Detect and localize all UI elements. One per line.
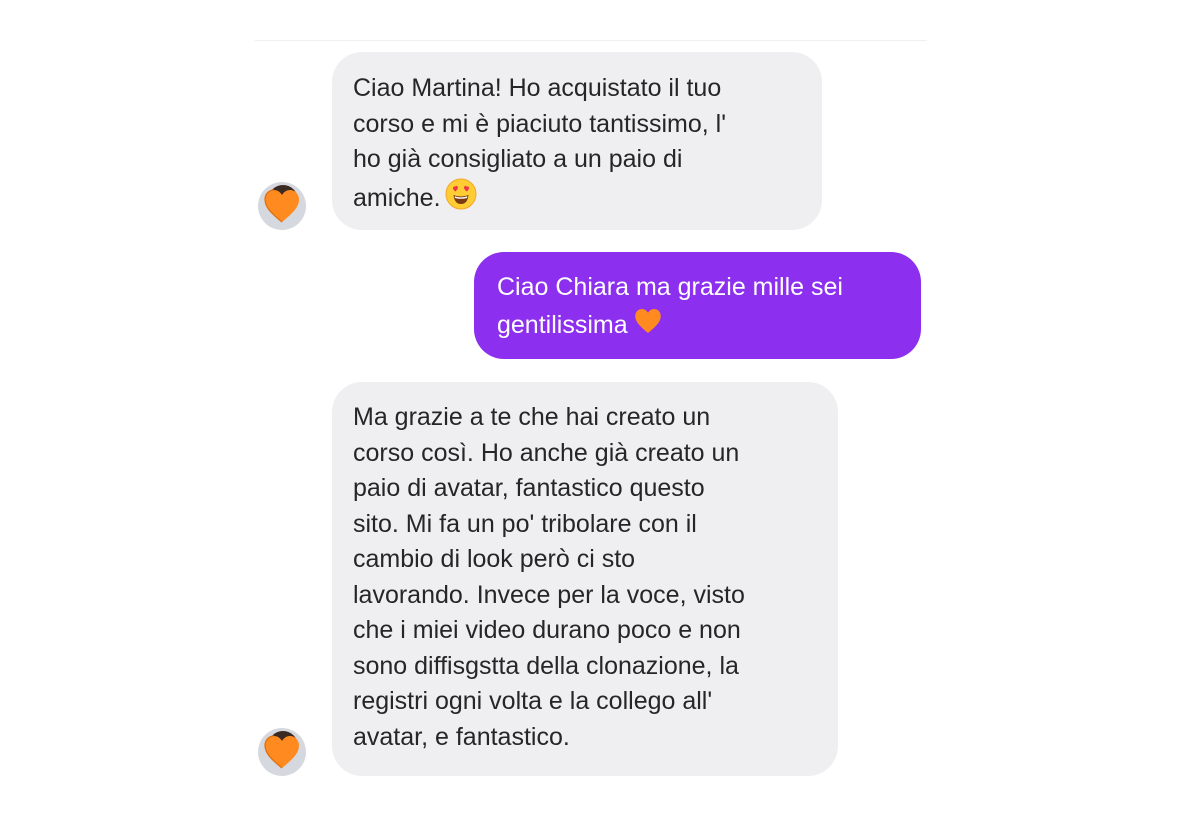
chat-thread: Ciao Martina! Ho acquistato il tuo corso… [0,0,1180,820]
message-line: ho già consigliato a un paio di [353,145,683,173]
message-line: Ma grazie a te che hai creato un [353,403,711,431]
message-line: Ciao Martina! Ho acquistato il tuo [353,74,722,102]
message-line: sono diffisgstta della clonazione, la [353,651,739,680]
message-line: paio di avatar, fantastico questo [353,474,705,502]
message-line: che i miei video durano poco e non [353,616,741,644]
top-divider [255,40,927,41]
message-line-text: gentilissima [497,310,628,339]
incoming-message-bubble[interactable]: Ciao Martina! Ho acquistato il tuo corso… [332,52,822,230]
message-line: Ciao Chiara ma grazie mille sei [497,273,843,301]
sender-avatar[interactable] [258,728,306,776]
message-line-text: amiche. [353,183,441,212]
heart-eyes-emoji-icon [445,178,477,221]
message-line-last: amiche. [353,178,798,221]
orange-heart-icon [262,732,302,776]
message-line: cambio di look però ci sto [353,545,636,573]
message-line: avatar, e fantastico. [353,722,570,751]
message-line: lavorando. Invece per la voce, visto [353,580,745,609]
outgoing-message-bubble[interactable]: Ciao Chiara ma grazie mille sei gentilis… [474,252,921,359]
message-line: sito. Mi fa un po' tribolare con il [353,509,697,538]
message-line: registri ogni volta e la collego all' [353,687,713,715]
message-line-last: gentilissima [497,306,901,347]
orange-heart-emoji-icon [632,306,664,347]
message-line: corso così. Ho anche già creato un [353,438,740,467]
message-line: corso e mi è piaciuto tantissimo, l' [353,109,726,138]
incoming-message-bubble[interactable]: Ma grazie a te che hai creato un corso c… [332,382,838,776]
orange-heart-icon [262,186,302,230]
sender-avatar[interactable] [258,182,306,230]
